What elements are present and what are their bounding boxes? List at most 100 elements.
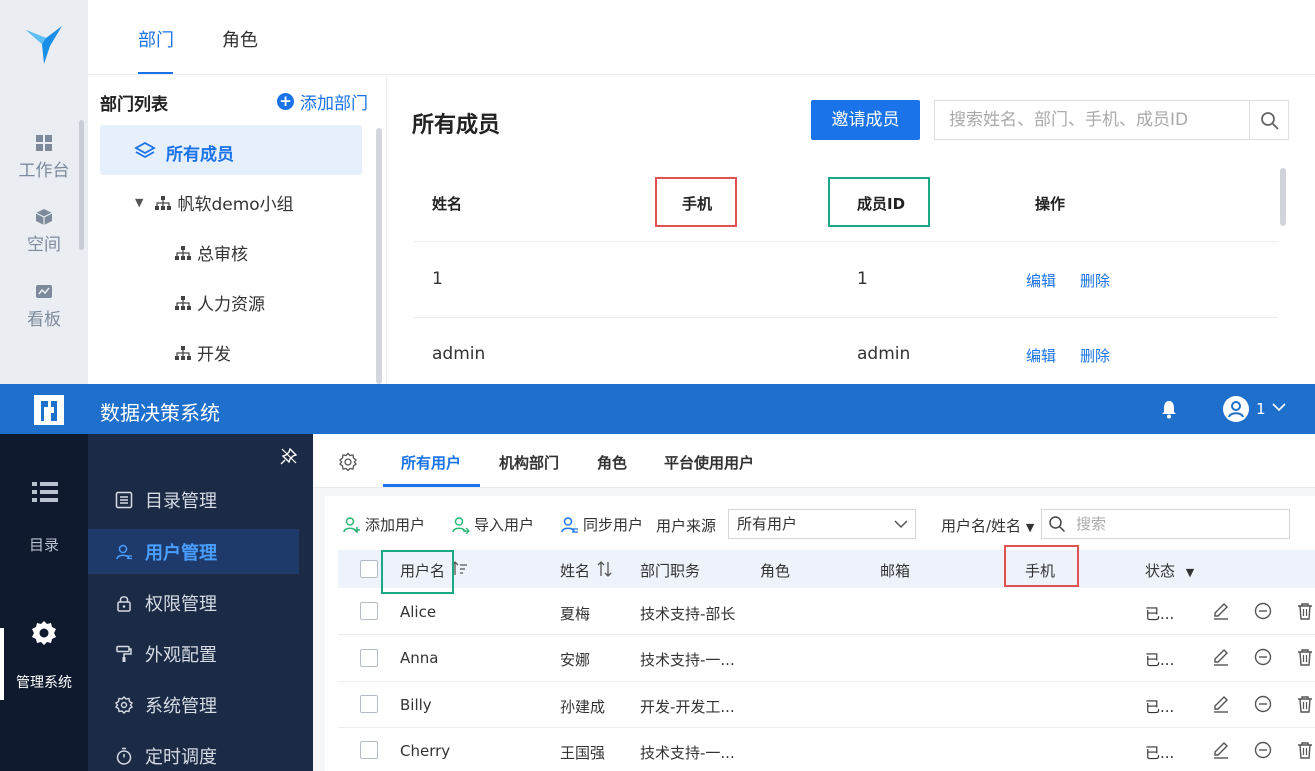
delete-member-link[interactable]: 删除 [1080,270,1110,291]
menu-item-scheduled-tasks[interactable]: 定时调度 [88,733,299,771]
dept-cell: 技术支持-一... [640,651,735,669]
bell-icon[interactable] [1160,399,1178,419]
add-user-button[interactable]: 添加用户 [343,514,425,535]
user-source-label: 用户来源 [656,517,717,535]
tab-all-users[interactable]: 所有用户 [401,452,461,473]
edit-member-link[interactable]: 编辑 [1026,270,1056,291]
import-user-button[interactable]: 导入用户 [452,514,534,535]
delete-icon[interactable] [1296,741,1314,759]
tree-item-label: 人力资源 [197,295,265,315]
pin-icon[interactable] [280,447,298,465]
disable-icon[interactable] [1254,602,1272,620]
chevron-down-icon[interactable] [1270,398,1288,416]
member-search-button[interactable] [1249,100,1289,140]
app-logo-icon [26,26,62,64]
delete-icon[interactable] [1296,695,1314,713]
chevron-down-icon [894,520,908,529]
edit-icon[interactable] [1212,602,1230,620]
edit-icon[interactable] [1212,741,1230,759]
user-source-select[interactable]: 所有用户 [728,509,916,539]
disable-icon[interactable] [1254,648,1272,666]
column-header-name[interactable]: 姓名 [560,560,590,581]
settings-gear-icon[interactable] [338,452,358,472]
row-checkbox[interactable] [360,741,378,759]
search-field-select[interactable]: 用户名/姓名 ▼ [941,515,1034,536]
plus-circle-icon: + [277,93,294,110]
org-tree-icon [175,245,191,260]
menu-item-user-management[interactable]: 用户管理 [88,529,299,574]
menu-item-appearance-config[interactable]: 外观配置 [88,631,299,676]
tree-item-dev[interactable]: 开发 [175,340,231,365]
rail-admin-label[interactable]: 管理系统 [0,672,88,692]
tree-scrollbar[interactable] [376,128,382,384]
gear-icon [115,695,133,714]
column-header-role: 角色 [760,562,791,580]
sync-user-icon [561,516,578,533]
tab-role[interactable]: 角色 [222,26,258,52]
rail-item-board[interactable]: 看板 [0,283,88,330]
user-icon [116,544,132,559]
disable-icon[interactable] [1254,695,1272,713]
row-checkbox[interactable] [360,602,378,620]
catalog-list-icon[interactable] [32,481,58,503]
column-header-status[interactable]: 状态 ▼ [1145,560,1194,581]
active-tab-indicator [383,484,480,487]
org-tree-icon [175,295,191,310]
invite-member-button[interactable]: 邀请成员 [811,100,920,140]
tree-item-audit[interactable]: 总审核 [175,240,248,265]
edit-icon[interactable] [1212,695,1230,713]
user-name[interactable]: 1 [1256,400,1266,418]
members-scrollbar[interactable] [1280,168,1286,226]
sort-arrows-icon[interactable] [597,560,613,578]
tab-org-departments[interactable]: 机构部门 [499,452,559,473]
add-department-button[interactable]: + 添加部门 [277,89,368,114]
search-field-label: 用户名/姓名 [941,517,1022,535]
avatar-icon[interactable] [1222,395,1250,423]
delete-icon[interactable] [1296,602,1314,620]
select-all-checkbox[interactable] [360,560,378,578]
tab-platform-users[interactable]: 平台使用用户 [664,452,754,473]
username-cell: Billy [400,696,432,714]
row-divider [338,681,1315,682]
list-icon [115,491,133,508]
edit-member-link[interactable]: 编辑 [1026,345,1056,366]
tree-item-fanruan-demo[interactable]: ▼ 帆软demo小组 [135,190,294,215]
menu-item-catalog-management[interactable]: 目录管理 [88,477,299,522]
department-list-panel [88,75,387,384]
sync-user-label: 同步用户 [583,516,644,534]
username-highlight-box [381,550,454,594]
tab-department[interactable]: 部门 [138,26,174,52]
rail-catalog-label[interactable]: 目录 [0,534,88,555]
menu-item-label: 外观配置 [145,644,217,666]
user-search-input[interactable]: 搜索 [1041,509,1290,539]
layers-icon [134,141,156,159]
top-tab-bar [88,0,1315,75]
rail-item-space[interactable]: 空间 [0,208,88,255]
table-row-divider [413,317,1278,318]
menu-item-label: 权限管理 [145,593,217,615]
status-cell: 已... [1145,698,1175,716]
edit-icon[interactable] [1212,648,1230,666]
delete-icon[interactable] [1296,648,1314,666]
member-search-input[interactable]: 搜索姓名、部门、手机、成员ID [934,100,1250,140]
menu-item-permission-management[interactable]: 权限管理 [88,580,299,625]
rail-scrollbar[interactable] [79,120,84,250]
delete-member-link[interactable]: 删除 [1080,345,1110,366]
status-header-label: 状态 [1145,562,1176,580]
row-checkbox[interactable] [360,695,378,713]
cube-icon [35,209,53,225]
lock-icon [117,595,131,612]
sync-user-button[interactable]: 同步用户 [561,514,643,535]
username-cell: Anna [400,649,439,667]
menu-item-system-management[interactable]: 系统管理 [88,682,299,727]
rail-item-workbench[interactable]: 工作台 [0,134,88,181]
row-checkbox[interactable] [360,649,378,667]
tree-item-label: 总审核 [197,245,248,265]
menu-item-label: 用户管理 [145,542,217,564]
tab-roles[interactable]: 角色 [597,452,627,473]
timer-icon [116,747,132,765]
dept-cell: 技术支持-一... [640,744,735,762]
disable-icon[interactable] [1254,741,1272,759]
gear-icon[interactable] [30,619,58,647]
tree-item-hr[interactable]: 人力资源 [175,290,265,315]
